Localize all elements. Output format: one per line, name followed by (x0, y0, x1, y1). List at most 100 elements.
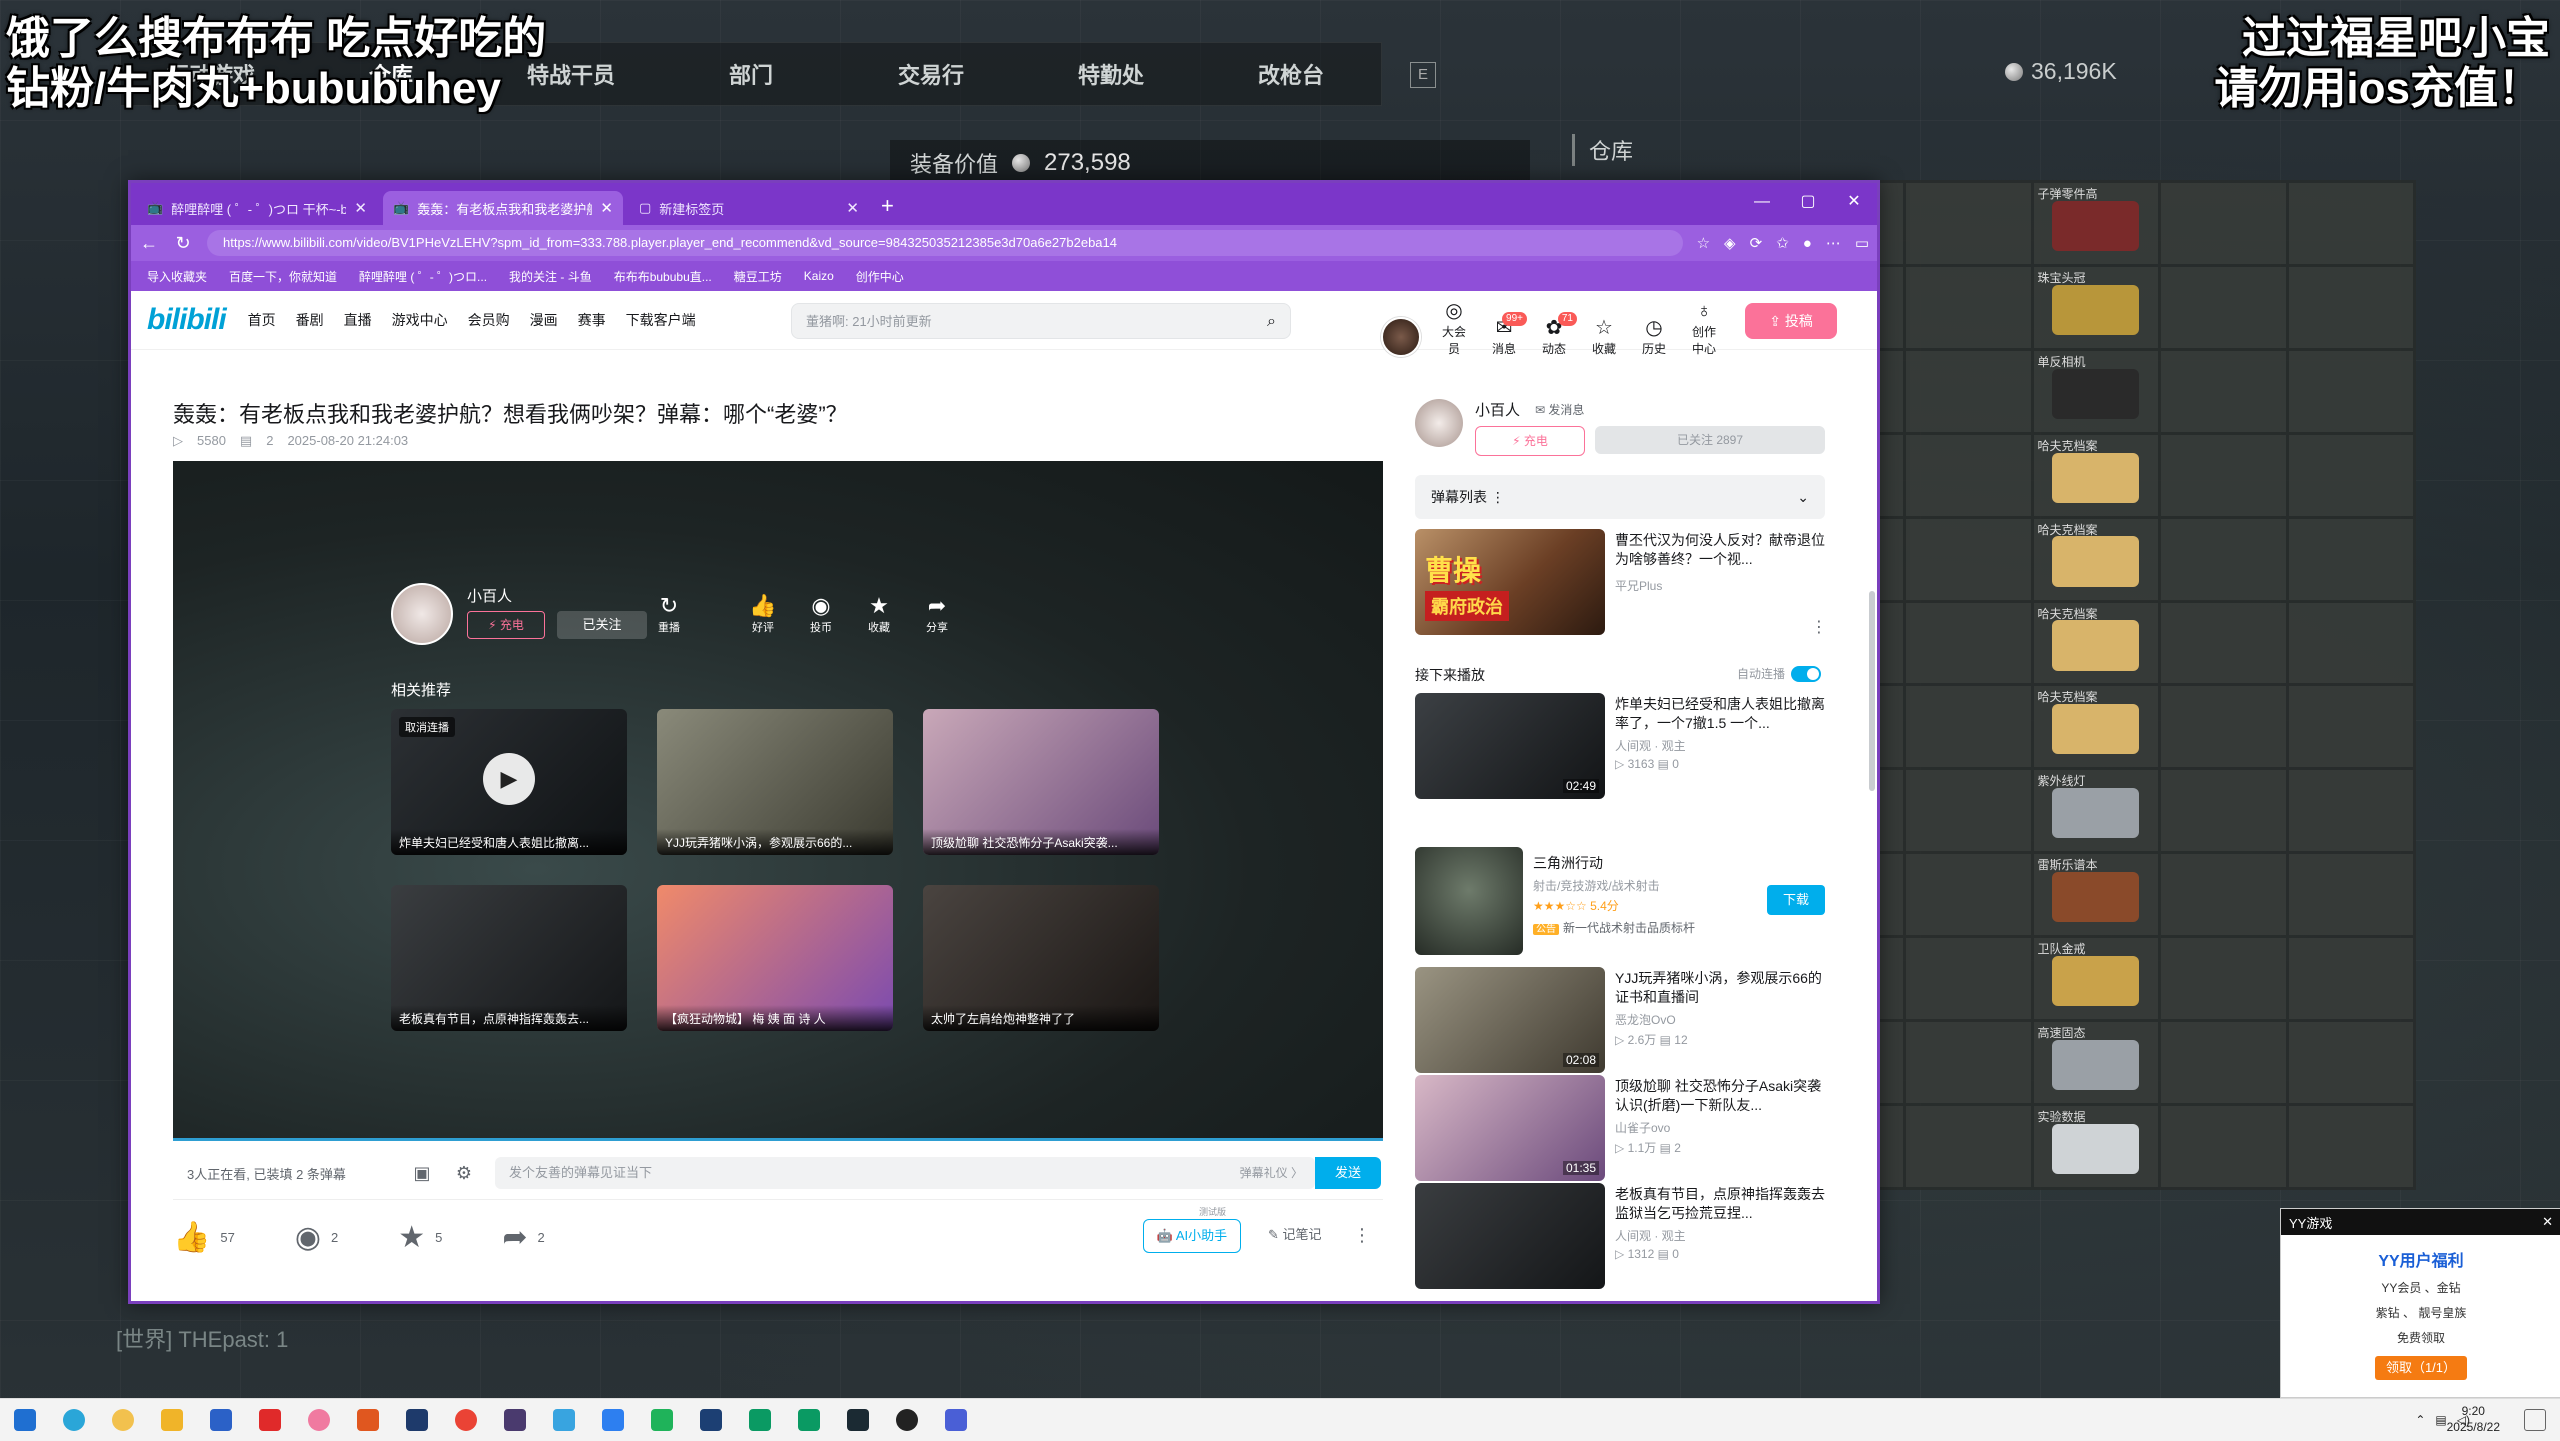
upload-button[interactable]: ⇪ 投稿 (1745, 303, 1837, 339)
app-icon[interactable] (210, 1409, 232, 1431)
stash-slot[interactable]: 卫队金戒 (2033, 938, 2158, 1020)
browser-tab[interactable]: 📺 醉哩醉哩 ( ゜- ゜)つロ 干杯~-bilibili ✕ (137, 191, 377, 225)
stash-slot[interactable] (1906, 686, 2031, 768)
stash-slot[interactable] (2288, 518, 2413, 600)
search-icon[interactable]: ⌕ (1267, 304, 1276, 340)
danmaku-toggle-icon[interactable]: ▣ (401, 1163, 443, 1184)
rec-title[interactable]: 老板真有节目，点原神指挥轰轰去监狱当乞丐捡荒豆捏... (1615, 1185, 1825, 1223)
rec-title[interactable]: YJJ玩弄猪咪小涡，参观展示66的证书和直播间 (1615, 969, 1825, 1007)
danmaku-settings-icon[interactable]: ⚙ (443, 1163, 485, 1184)
play-icon[interactable]: ▶ (483, 753, 535, 805)
like-button[interactable]: 👍 57 (173, 1220, 235, 1255)
close-icon[interactable]: ✕ (354, 199, 367, 217)
notification-icon[interactable] (2524, 1409, 2546, 1431)
stash-slot[interactable] (2161, 266, 2286, 348)
danmaku-list-toggle[interactable]: 弹幕列表 ⋮ ⌄ (1415, 475, 1825, 519)
favorite-action[interactable]: ★ 收藏 (857, 593, 901, 635)
nav-download[interactable]: 下载客户端 (626, 310, 696, 330)
nav-esports[interactable]: 赛事 (578, 310, 606, 330)
header-creator[interactable]: ♁ 创作中心 (1687, 299, 1721, 357)
download-button[interactable]: 下载 (1767, 885, 1825, 915)
stash-slot[interactable] (2161, 686, 2286, 768)
rec-thumbnail[interactable]: 02:49 (1415, 693, 1605, 799)
stash-slot[interactable] (2288, 266, 2413, 348)
star-icon[interactable]: ☆ (1697, 234, 1710, 252)
more-icon[interactable]: ⋮ (1353, 1219, 1371, 1251)
related-card[interactable]: 顶级尬聊 社交恐怖分子Asaki突袭... (923, 709, 1159, 855)
up-name[interactable]: 小百人 (1475, 399, 1520, 420)
rec-author[interactable]: 人间观 · 观主 (1615, 737, 1686, 754)
stash-slot[interactable]: 哈夫克档案 (2033, 686, 2158, 768)
app-icon[interactable] (259, 1409, 281, 1431)
rec-thumbnail[interactable] (1415, 1183, 1605, 1289)
favorites-icon[interactable]: ✩ (1776, 234, 1789, 252)
nav-game-center[interactable]: 游戏中心 (392, 310, 448, 330)
related-card[interactable]: 【疯狂动物城】 梅 姨 面 诗 人 (657, 885, 893, 1031)
up-avatar[interactable] (1415, 399, 1463, 447)
rec-title[interactable]: 顶级尬聊 社交恐怖分子Asaki突袭 认识(折磨)一下新队友... (1615, 1077, 1825, 1115)
close-window-icon[interactable]: ✕ (1831, 183, 1877, 225)
stash-slot[interactable] (2288, 854, 2413, 936)
rec-author[interactable]: 人间观 · 观主 (1615, 1227, 1686, 1244)
app-icon[interactable] (406, 1409, 428, 1431)
page-scrollbar[interactable] (1869, 591, 1875, 791)
bookmark-item[interactable]: 布布布bububu直... (614, 268, 712, 285)
favorite-button[interactable]: ★ 5 (398, 1220, 442, 1255)
search-input[interactable]: 董猪啊: 21小时前更新 ⌕ (791, 303, 1291, 339)
new-tab-button[interactable]: + (881, 193, 894, 219)
browser-tab[interactable]: ▢ 新建标签页 ✕ (629, 191, 869, 225)
user-avatar[interactable] (1381, 317, 1421, 357)
stash-slot[interactable] (1906, 854, 2031, 936)
refresh-icon[interactable]: ↻ (173, 233, 193, 254)
header-dynamic[interactable]: 71 ✿ 动态 (1537, 312, 1577, 357)
yy-claim-button[interactable]: 领取（1/1） (2375, 1356, 2467, 1380)
app-icon[interactable] (504, 1409, 526, 1431)
app-icon[interactable] (357, 1409, 379, 1431)
share-button[interactable]: ➦ 2 (502, 1220, 544, 1255)
charge-button[interactable]: ⚡ 充电 (467, 611, 545, 639)
related-card[interactable]: 太帅了左肩给炮神整神了了 (923, 885, 1159, 1031)
more-icon[interactable]: ⋮ (1811, 617, 1827, 637)
game-tab-department[interactable]: 部门 (661, 58, 841, 90)
header-favorites[interactable]: ☆ 收藏 (1587, 316, 1621, 357)
stash-slot[interactable] (2288, 183, 2413, 264)
autoplay-switch[interactable]: 自动连播 (1737, 665, 1822, 682)
stash-slot[interactable] (2161, 518, 2286, 600)
app-icon[interactable] (798, 1409, 820, 1431)
send-button[interactable]: 发送 (1315, 1157, 1381, 1189)
rec-title[interactable]: 炸单夫妇已经受和唐人表姐比撤离率了，一个7撤1.5 一个... (1615, 695, 1825, 733)
danmaku-input[interactable]: 发个友善的弹幕见证当下 弹幕礼仪 〉 (495, 1157, 1315, 1189)
send-message-link[interactable]: ✉ 发消息 (1535, 401, 1584, 418)
app-icon[interactable] (847, 1409, 869, 1431)
cancel-autoplay[interactable]: 取消连播 (399, 717, 455, 737)
app-icon[interactable] (112, 1409, 134, 1431)
bookmark-item[interactable]: 创作中心 (856, 268, 904, 285)
nav-live[interactable]: 直播 (344, 310, 372, 330)
stash-slot[interactable] (2288, 1106, 2413, 1187)
url-field[interactable]: https://www.bilibili.com/video/BV1PHeVzL… (207, 230, 1683, 256)
charge-button[interactable]: ⚡ 充电 (1475, 426, 1585, 456)
app-icon[interactable] (945, 1409, 967, 1431)
stash-slot[interactable] (2288, 938, 2413, 1020)
stash-slot[interactable] (2161, 1022, 2286, 1104)
folder-icon[interactable] (161, 1409, 183, 1431)
stash-slot[interactable] (1906, 266, 2031, 348)
note-button[interactable]: ✎ 记笔记 (1268, 1219, 1322, 1251)
stash-slot[interactable] (1906, 434, 2031, 516)
stash-slot[interactable] (2161, 938, 2286, 1020)
stash-slot[interactable]: 单反相机 (2033, 350, 2158, 432)
stash-slot[interactable] (2161, 770, 2286, 852)
clock[interactable]: 9:20 2025/8/22 (2447, 1403, 2500, 1435)
app-icon[interactable] (700, 1409, 722, 1431)
nav-shop[interactable]: 会员购 (468, 310, 510, 330)
stash-slot[interactable]: 实验数据 (2033, 1106, 2158, 1187)
stash-slot[interactable]: 哈夫克档案 (2033, 434, 2158, 516)
replay-button[interactable]: ↻ 重播 (647, 593, 691, 635)
app-icon[interactable] (602, 1409, 624, 1431)
stash-slot[interactable]: 子弹零件高 (2033, 183, 2158, 264)
sync-icon[interactable]: ⟳ (1750, 234, 1763, 252)
browser-tab-active[interactable]: 📺 轰轰：有老板点我和我老婆护航？ ✕ (383, 191, 623, 225)
stash-slot[interactable] (1906, 183, 2031, 264)
video-player[interactable]: 小百人 ⚡ 充电 已关注 ↻ 重播 👍 好评 ◉ 投币 ★ 收藏 ➦ 分享 相关推荐 取消… (173, 461, 1383, 1141)
app-icon[interactable] (308, 1409, 330, 1431)
